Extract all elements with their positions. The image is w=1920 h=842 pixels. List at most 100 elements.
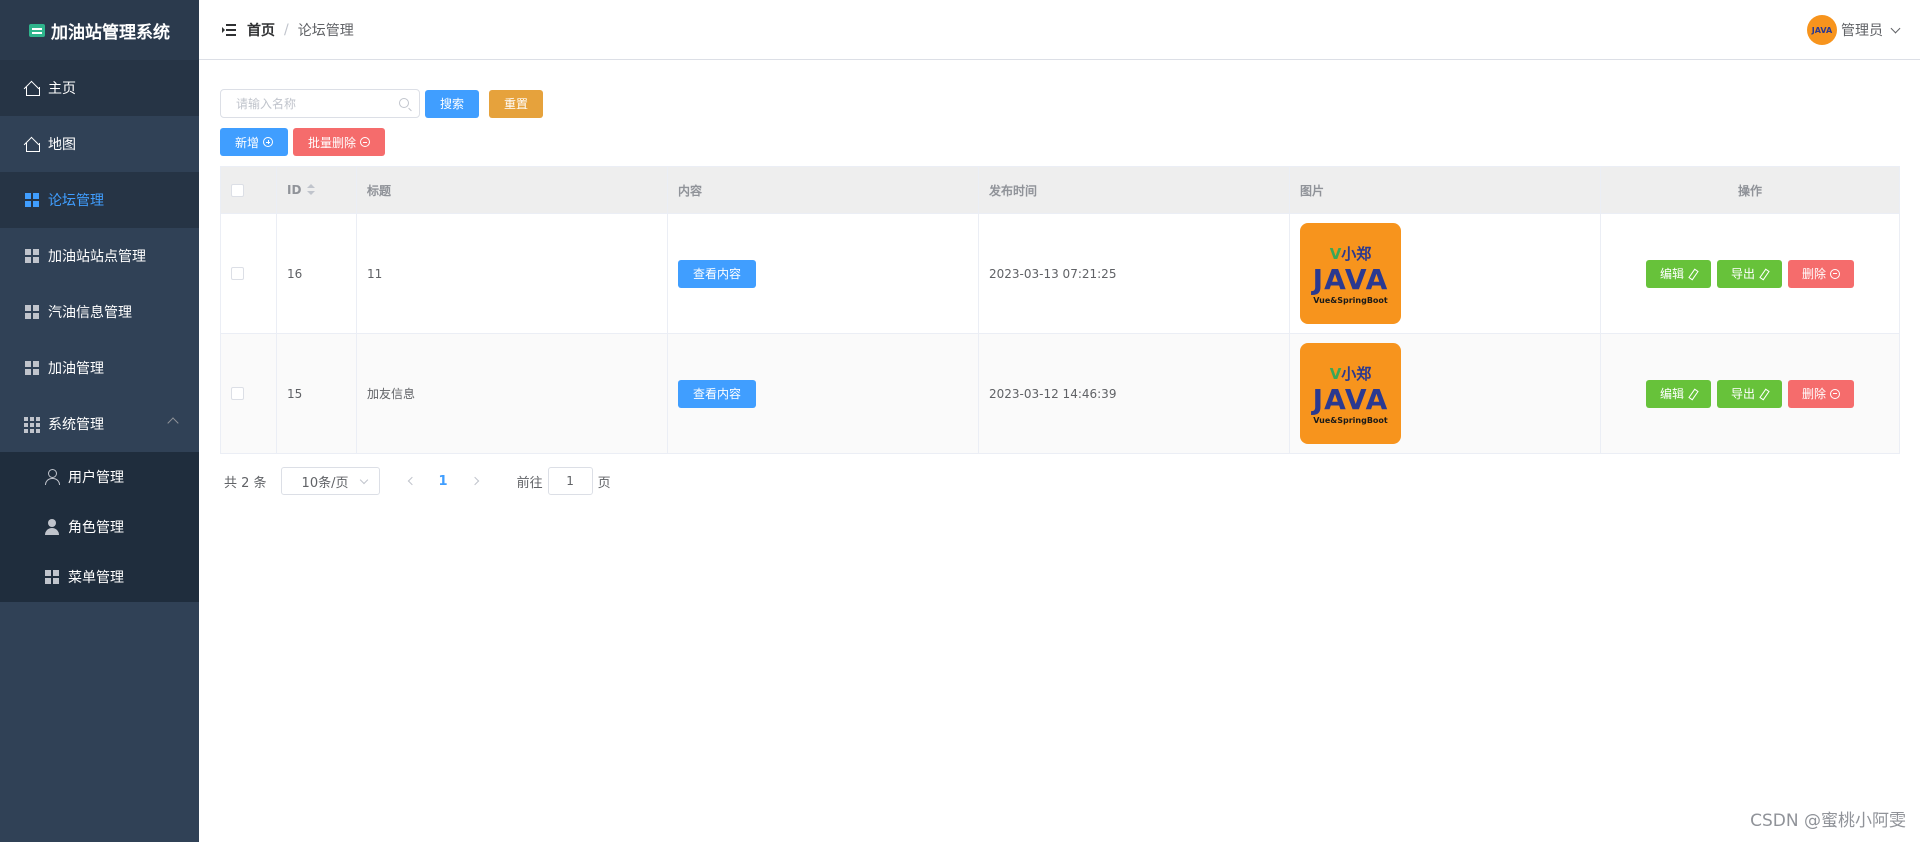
edit-icon <box>1759 389 1768 398</box>
cell-time: 2023-03-13 07:21:25 <box>979 214 1290 333</box>
add-button-label: 新增 <box>235 135 260 150</box>
user-icon <box>44 469 60 485</box>
sidebar-subitem-label: 用户管理 <box>68 470 124 486</box>
sort-caret-icon[interactable] <box>307 184 316 196</box>
cell-time: 2023-03-12 14:46:39 <box>979 334 1290 453</box>
edit-button[interactable]: 编辑 <box>1645 259 1711 288</box>
cell-image: V小郑 JAVA Vue&SpringBoot <box>1290 214 1601 333</box>
batch-delete-button[interactable]: 批量删除 <box>293 128 386 156</box>
sidebar-item-forum[interactable]: 论坛管理 <box>0 172 199 228</box>
next-page-icon[interactable] <box>470 476 479 486</box>
page-size-value: 10条/页 <box>301 475 349 491</box>
chevron-down-icon <box>359 475 368 485</box>
column-header-title: 标题 <box>357 167 668 213</box>
app-title: 加油站管理系统 <box>51 22 170 43</box>
goto-page-input[interactable] <box>547 467 593 495</box>
watermark: CSDN @蜜桃小阿雯 <box>1750 811 1906 831</box>
circle-minus-icon <box>1830 268 1841 279</box>
breadcrumb: 首页 / 论坛管理 <box>247 20 354 40</box>
sidebar-subitem-menus[interactable]: 菜单管理 <box>0 552 199 602</box>
user-name: 管理员 <box>1841 23 1883 39</box>
search-input[interactable] <box>221 90 391 117</box>
grid-icon <box>24 192 40 208</box>
sidebar-item-refuel[interactable]: 加油管理 <box>0 340 199 396</box>
export-button[interactable]: 导出 <box>1716 259 1782 288</box>
row-checkbox[interactable] <box>231 267 244 280</box>
cell-id: 16 <box>277 214 357 333</box>
post-image[interactable]: V小郑 JAVA Vue&SpringBoot <box>1300 343 1401 444</box>
column-header-time: 发布时间 <box>979 167 1290 213</box>
top-header: 首页 / 论坛管理 JAVA 管理员 <box>199 0 1920 60</box>
row-select-cell <box>221 334 277 453</box>
cell-image: V小郑 JAVA Vue&SpringBoot <box>1290 334 1601 453</box>
column-header-id: ID <box>287 183 302 197</box>
row-select-cell <box>221 214 277 333</box>
circle-minus-icon <box>360 137 371 147</box>
breadcrumb-separator: / <box>284 21 289 38</box>
column-header-content: 内容 <box>668 167 979 213</box>
row-checkbox[interactable] <box>231 387 244 400</box>
goto-prefix: 前往 <box>516 475 543 491</box>
user-filled-icon <box>44 519 60 535</box>
table-header: ID 标题 内容 发布时间 图片 操作 <box>221 167 1899 213</box>
sidebar-item-label: 加油站站点管理 <box>48 249 146 265</box>
page-size-select[interactable]: 10条/页 <box>280 467 380 495</box>
header-id-cell[interactable]: ID <box>277 167 357 213</box>
sidebar-item-gasoline[interactable]: 汽油信息管理 <box>0 284 199 340</box>
user-dropdown[interactable]: JAVA 管理员 <box>1807 15 1901 45</box>
vue-logo-icon: V <box>1329 364 1342 383</box>
avatar: JAVA <box>1807 15 1837 45</box>
cell-content: 查看内容 <box>668 214 979 333</box>
home-icon <box>24 136 40 152</box>
search-button[interactable]: 搜索 <box>425 89 480 118</box>
sidebar-item-stations[interactable]: 加油站站点管理 <box>0 228 199 284</box>
sidebar-item-label: 主页 <box>48 81 76 97</box>
page-number[interactable]: 1 <box>439 474 448 489</box>
chevron-down-icon <box>1890 23 1901 33</box>
logo-icon <box>29 23 45 37</box>
chevron-up-icon <box>167 417 179 429</box>
view-content-button[interactable]: 查看内容 <box>678 379 757 408</box>
post-image[interactable]: V小郑 JAVA Vue&SpringBoot <box>1300 223 1401 324</box>
pagination: 共 2 条 10条/页 1 前往 页 <box>220 467 1900 495</box>
select-all-checkbox[interactable] <box>231 183 244 197</box>
sidebar-item-system[interactable]: 系统管理 <box>0 396 199 452</box>
goto-suffix: 页 <box>597 475 611 491</box>
circle-plus-icon <box>263 137 274 147</box>
vue-logo-icon: V <box>1329 244 1342 263</box>
export-button[interactable]: 导出 <box>1716 379 1782 408</box>
reset-button[interactable]: 重置 <box>489 89 544 118</box>
thumb-line3: Vue&SpringBoot <box>1313 415 1388 425</box>
sidebar-item-label: 地图 <box>48 137 76 153</box>
thumb-line3: Vue&SpringBoot <box>1313 295 1388 305</box>
edit-button[interactable]: 编辑 <box>1645 379 1711 408</box>
sidebar-item-label: 加油管理 <box>48 361 104 377</box>
breadcrumb-home[interactable]: 首页 <box>247 20 275 40</box>
cell-id: 15 <box>277 334 357 453</box>
view-content-button[interactable]: 查看内容 <box>678 259 757 288</box>
delete-button[interactable]: 删除 <box>1788 259 1855 288</box>
grid-icon <box>24 304 40 320</box>
sidebar-item-map[interactable]: 地图 <box>0 116 199 172</box>
search-toolbar: 搜索 重置 <box>220 89 1900 118</box>
delete-button[interactable]: 删除 <box>1788 379 1855 408</box>
main-content: 搜索 重置 新增 批量删除 ID 标题 内容 发布时间 图片 操作 1 <box>220 89 1900 495</box>
menu-fold-icon[interactable] <box>222 23 236 36</box>
cell-content: 查看内容 <box>668 334 979 453</box>
sidebar-item-label: 系统管理 <box>48 417 104 433</box>
cell-ops: 编辑 导出 删除 <box>1601 334 1899 453</box>
prev-page-icon[interactable] <box>407 476 416 486</box>
edit-icon <box>1688 389 1697 398</box>
edit-icon <box>1759 269 1768 278</box>
sidebar-subitem-roles[interactable]: 角色管理 <box>0 502 199 552</box>
cell-title: 11 <box>357 214 668 333</box>
sidebar-item-home[interactable]: 主页 <box>0 60 199 116</box>
app-logo[interactable]: 加油站管理系统 <box>0 0 199 60</box>
add-button[interactable]: 新增 <box>220 128 289 156</box>
table-row: 16 11 查看内容 2023-03-13 07:21:25 V小郑 JAVA … <box>221 213 1899 333</box>
sidebar-subitem-label: 菜单管理 <box>68 570 124 586</box>
search-field[interactable] <box>220 89 420 118</box>
breadcrumb-current: 论坛管理 <box>297 22 354 39</box>
grid-icon <box>24 360 40 376</box>
sidebar-subitem-users[interactable]: 用户管理 <box>0 452 199 502</box>
